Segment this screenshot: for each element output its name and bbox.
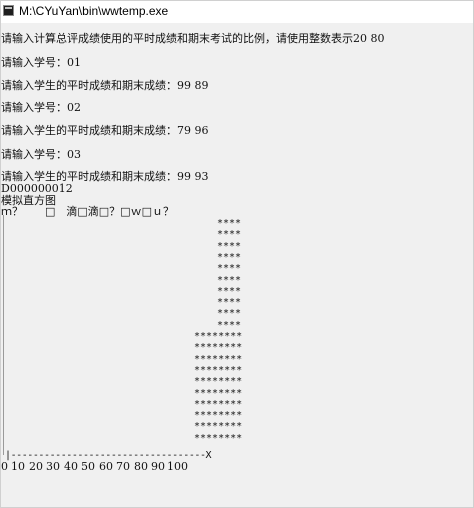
scale-tick-label: 40 <box>64 460 78 473</box>
histogram-bar-row: **** <box>217 285 242 297</box>
scale-tick-label: 30 <box>46 460 60 473</box>
console-window: M:\CYuYan\bin\wwtemp.exe 请输入计算总评成绩使用的平时成… <box>0 0 474 508</box>
histogram-bar-row: ******** <box>194 353 243 365</box>
histogram-bar-row: ******** <box>194 410 243 422</box>
histogram-bar-row: ******** <box>194 398 243 410</box>
histogram-bar-row: ******** <box>194 364 243 376</box>
console-output[interactable]: 请输入计算总评成绩使用的平时成绩和期末考试的比例，请使用整数表示20 80 请输… <box>1 23 473 507</box>
scale-tick-label: 100 <box>167 460 188 473</box>
histogram-left-edge <box>3 215 4 455</box>
histogram-bar-row: ******** <box>194 376 243 388</box>
scale-tick-label: 60 <box>99 460 113 473</box>
scale-tick-label: 70 <box>116 460 130 473</box>
scale-tick-label: 80 <box>134 460 148 473</box>
scale-tick-label: 0 <box>1 460 8 473</box>
student-id-line: 请输入学号：01 <box>1 56 81 69</box>
histogram-bar-row: **** <box>217 297 242 309</box>
console-app-icon <box>3 5 14 16</box>
histogram-bar-row: ******** <box>194 432 243 444</box>
histogram-bar-row: ******** <box>194 421 243 433</box>
ratio-prompt-line: 请输入计算总评成绩使用的平时成绩和期末考试的比例，请使用整数表示20 80 <box>1 32 385 45</box>
histogram-bar-row: **** <box>217 251 242 263</box>
window-title: M:\CYuYan\bin\wwtemp.exe <box>19 4 169 18</box>
histogram-bar-row: **** <box>217 319 242 331</box>
scale-tick-label: 90 <box>151 460 165 473</box>
histogram-bar-row: **** <box>217 263 242 275</box>
student-id-line: 请输入学号：02 <box>1 101 81 114</box>
title-bar[interactable]: M:\CYuYan\bin\wwtemp.exe <box>1 1 473 23</box>
histogram-bar-row: ******** <box>194 342 243 354</box>
scale-tick-label: 50 <box>81 460 95 473</box>
histogram-bar-row: ******** <box>194 387 243 399</box>
student-id-line: 请输入学号：03 <box>1 148 81 161</box>
histogram-bar-row: **** <box>217 308 242 320</box>
histogram-bar-row: **** <box>217 229 242 241</box>
garbled-output-line: ｍ？ □ 滴□滴□？□ｗ□ｕ？ <box>1 205 174 218</box>
student-score-line: 请输入学生的平时成绩和期末成绩：99 89 <box>1 79 209 92</box>
student-score-line: 请输入学生的平时成绩和期末成绩：79 96 <box>1 124 209 137</box>
histogram-bar-row: ******** <box>194 331 243 342</box>
histogram-bar-row: **** <box>217 274 242 286</box>
histogram-bar-row: **** <box>217 218 242 229</box>
histogram-bar-row: **** <box>217 240 242 252</box>
scale-tick-label: 10 <box>11 460 25 473</box>
scale-tick-label: 20 <box>29 460 43 473</box>
